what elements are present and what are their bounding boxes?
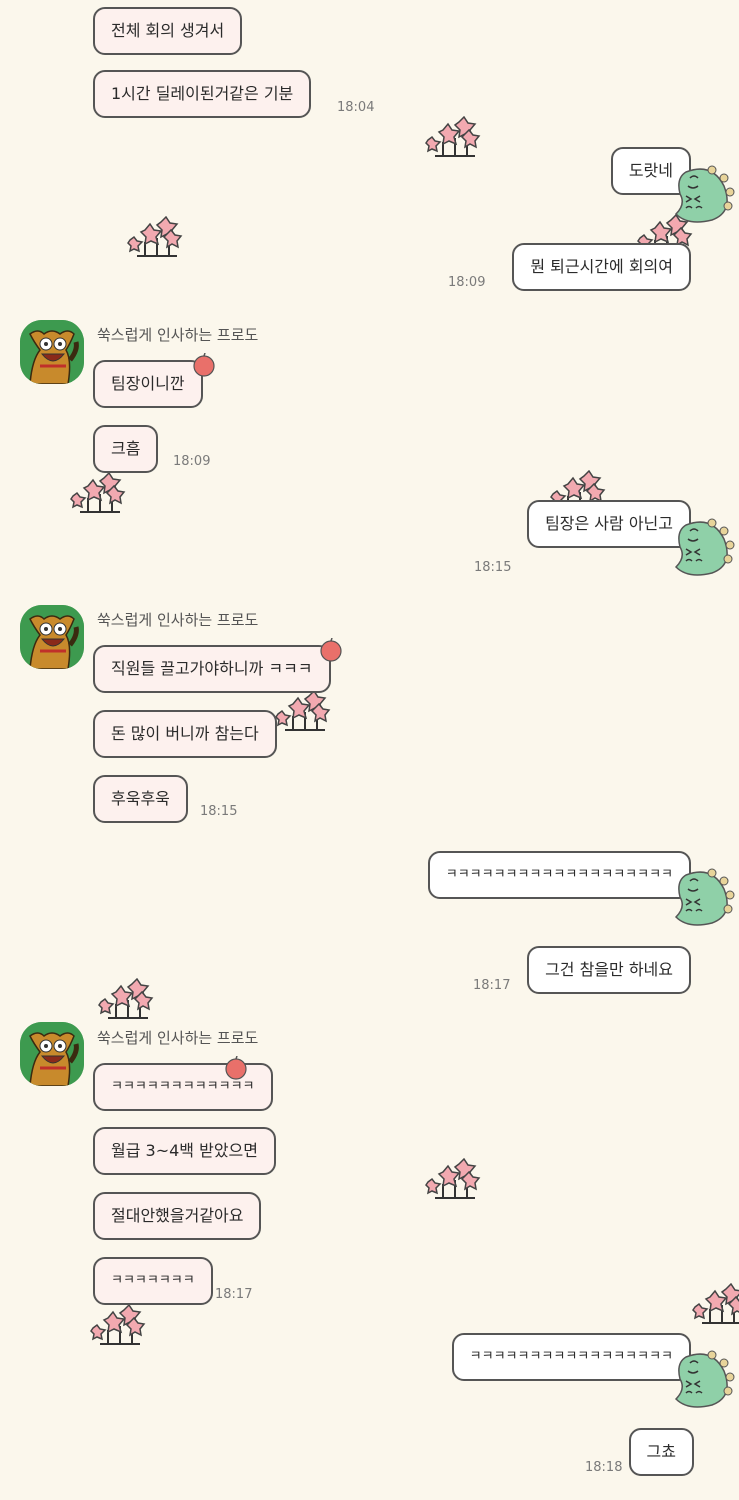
flower-sticker-icon [90, 1304, 145, 1345]
message-bubble[interactable]: 전체 회의 생겨서 [93, 7, 243, 55]
message-bubble[interactable]: ㅋㅋㅋㅋㅋㅋㅋ [93, 1257, 213, 1305]
message-bubble[interactable]: ㅋㅋㅋㅋㅋㅋㅋㅋㅋㅋㅋㅋㅋㅋㅋㅋㅋ [451, 1333, 691, 1381]
sender-name: 쑥스럽게 인사하는 프로도 [97, 326, 259, 344]
message-bubble[interactable]: 그건 참을만 하네요 [527, 946, 691, 994]
message-time: 18:17 [473, 978, 511, 993]
sender-name: 쑥스럽게 인사하는 프로도 [97, 1029, 259, 1047]
avatar[interactable] [20, 605, 84, 669]
dino-sticker-icon [675, 518, 735, 576]
message-bubble[interactable]: ㅋㅋㅋㅋㅋㅋㅋㅋㅋㅋㅋㅋㅋㅋㅋㅋㅋㅋㅋ [427, 851, 691, 899]
avatar[interactable] [20, 320, 84, 384]
message-bubble[interactable]: 그쵸 [628, 1428, 694, 1476]
message-time: 18:09 [448, 275, 486, 290]
message-bubble[interactable]: 후욱후욱 [93, 775, 188, 823]
message-bubble[interactable]: 절대안했을거같아요 [93, 1192, 262, 1240]
apple-sticker-icon [193, 353, 215, 377]
flower-sticker-icon [127, 216, 182, 257]
avatar[interactable] [20, 1022, 84, 1086]
message-bubble[interactable]: 월급 3~4백 받았으면 [93, 1127, 276, 1175]
flower-sticker-icon [425, 116, 480, 157]
message-time: 18:09 [173, 454, 211, 469]
dino-sticker-icon [675, 1350, 735, 1408]
flower-sticker-icon [98, 978, 153, 1019]
flower-sticker-icon [425, 1158, 480, 1199]
message-bubble[interactable]: 뭔 퇴근시간에 회의여 [512, 243, 691, 291]
flower-sticker-icon [70, 472, 125, 513]
message-bubble[interactable]: 크흠 [93, 425, 159, 473]
apple-sticker-icon [320, 638, 342, 662]
message-time: 18:15 [474, 560, 512, 575]
message-bubble[interactable]: 직원들 끌고가야하니까 ㅋㅋㅋ [93, 645, 331, 693]
message-bubble[interactable]: 팀장이니깐 [93, 360, 203, 408]
message-bubble[interactable]: 돈 많이 버니까 참는다 [93, 710, 277, 758]
flower-sticker-icon [692, 1283, 739, 1324]
dino-sticker-icon [675, 165, 735, 223]
message-bubble[interactable]: 팀장은 사람 아닌고 [527, 500, 691, 548]
dino-sticker-icon [675, 868, 735, 926]
message-time: 18:04 [337, 100, 375, 115]
sender-name: 쑥스럽게 인사하는 프로도 [97, 611, 259, 629]
apple-sticker-icon [225, 1056, 247, 1080]
flower-sticker-icon [275, 690, 330, 731]
message-time: 18:18 [585, 1460, 623, 1475]
message-time: 18:17 [215, 1287, 253, 1302]
message-time: 18:15 [200, 804, 238, 819]
message-bubble[interactable]: 1시간 딜레이된거같은 기분 [93, 70, 312, 118]
